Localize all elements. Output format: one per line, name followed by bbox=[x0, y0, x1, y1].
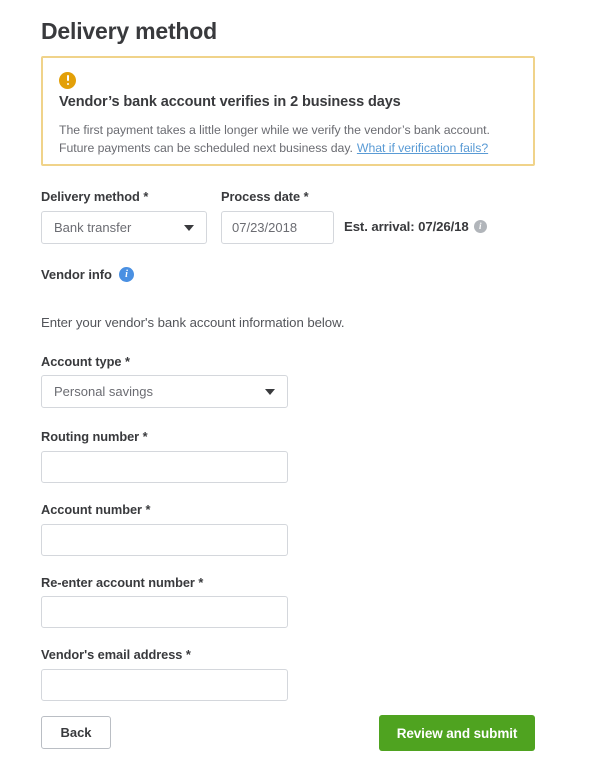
info-icon[interactable]: i bbox=[118, 267, 134, 282]
account-number-label: Account number * bbox=[41, 502, 151, 517]
account-type-value: Personal savings bbox=[54, 384, 153, 399]
est-arrival: Est. arrival: 07/26/18 i bbox=[344, 219, 487, 234]
back-button[interactable]: Back bbox=[41, 716, 111, 749]
delivery-method-select[interactable]: Bank transfer bbox=[41, 211, 207, 244]
chevron-down-icon bbox=[265, 388, 275, 395]
verification-alert: Vendor’s bank account verifies in 2 busi… bbox=[41, 56, 535, 166]
delivery-method-page: Delivery method Vendor’s bank account ve… bbox=[0, 0, 593, 768]
alert-title: Vendor’s bank account verifies in 2 busi… bbox=[59, 94, 401, 110]
chevron-down-icon bbox=[184, 224, 194, 231]
process-date-input[interactable] bbox=[221, 211, 334, 244]
process-date-label: Process date * bbox=[221, 189, 309, 204]
vendor-info-heading: Vendor info i bbox=[41, 267, 134, 282]
account-type-label: Account type * bbox=[41, 354, 130, 369]
verification-fails-link[interactable]: What if verification fails? bbox=[353, 141, 488, 155]
delivery-method-label: Delivery method * bbox=[41, 189, 149, 204]
reenter-account-number-label: Re-enter account number * bbox=[41, 575, 204, 590]
reenter-account-number-input[interactable] bbox=[41, 596, 288, 628]
routing-number-label: Routing number * bbox=[41, 429, 148, 444]
routing-number-input[interactable] bbox=[41, 451, 288, 483]
info-icon[interactable]: i bbox=[473, 220, 487, 233]
vendor-email-label: Vendor's email address * bbox=[41, 647, 191, 662]
delivery-method-value: Bank transfer bbox=[54, 220, 132, 235]
warning-exclamation-icon bbox=[59, 72, 76, 89]
vendor-info-helper-text: Enter your vendor's bank account informa… bbox=[41, 315, 345, 330]
review-and-submit-button[interactable]: Review and submit bbox=[379, 715, 535, 751]
alert-body: The first payment takes a little longer … bbox=[59, 121, 514, 157]
page-title: Delivery method bbox=[41, 18, 217, 44]
vendor-email-input[interactable] bbox=[41, 669, 288, 701]
account-type-select[interactable]: Personal savings bbox=[41, 375, 288, 408]
est-arrival-text: Est. arrival: 07/26/18 bbox=[344, 219, 469, 234]
account-number-input[interactable] bbox=[41, 524, 288, 556]
vendor-info-label: Vendor info bbox=[41, 267, 112, 282]
